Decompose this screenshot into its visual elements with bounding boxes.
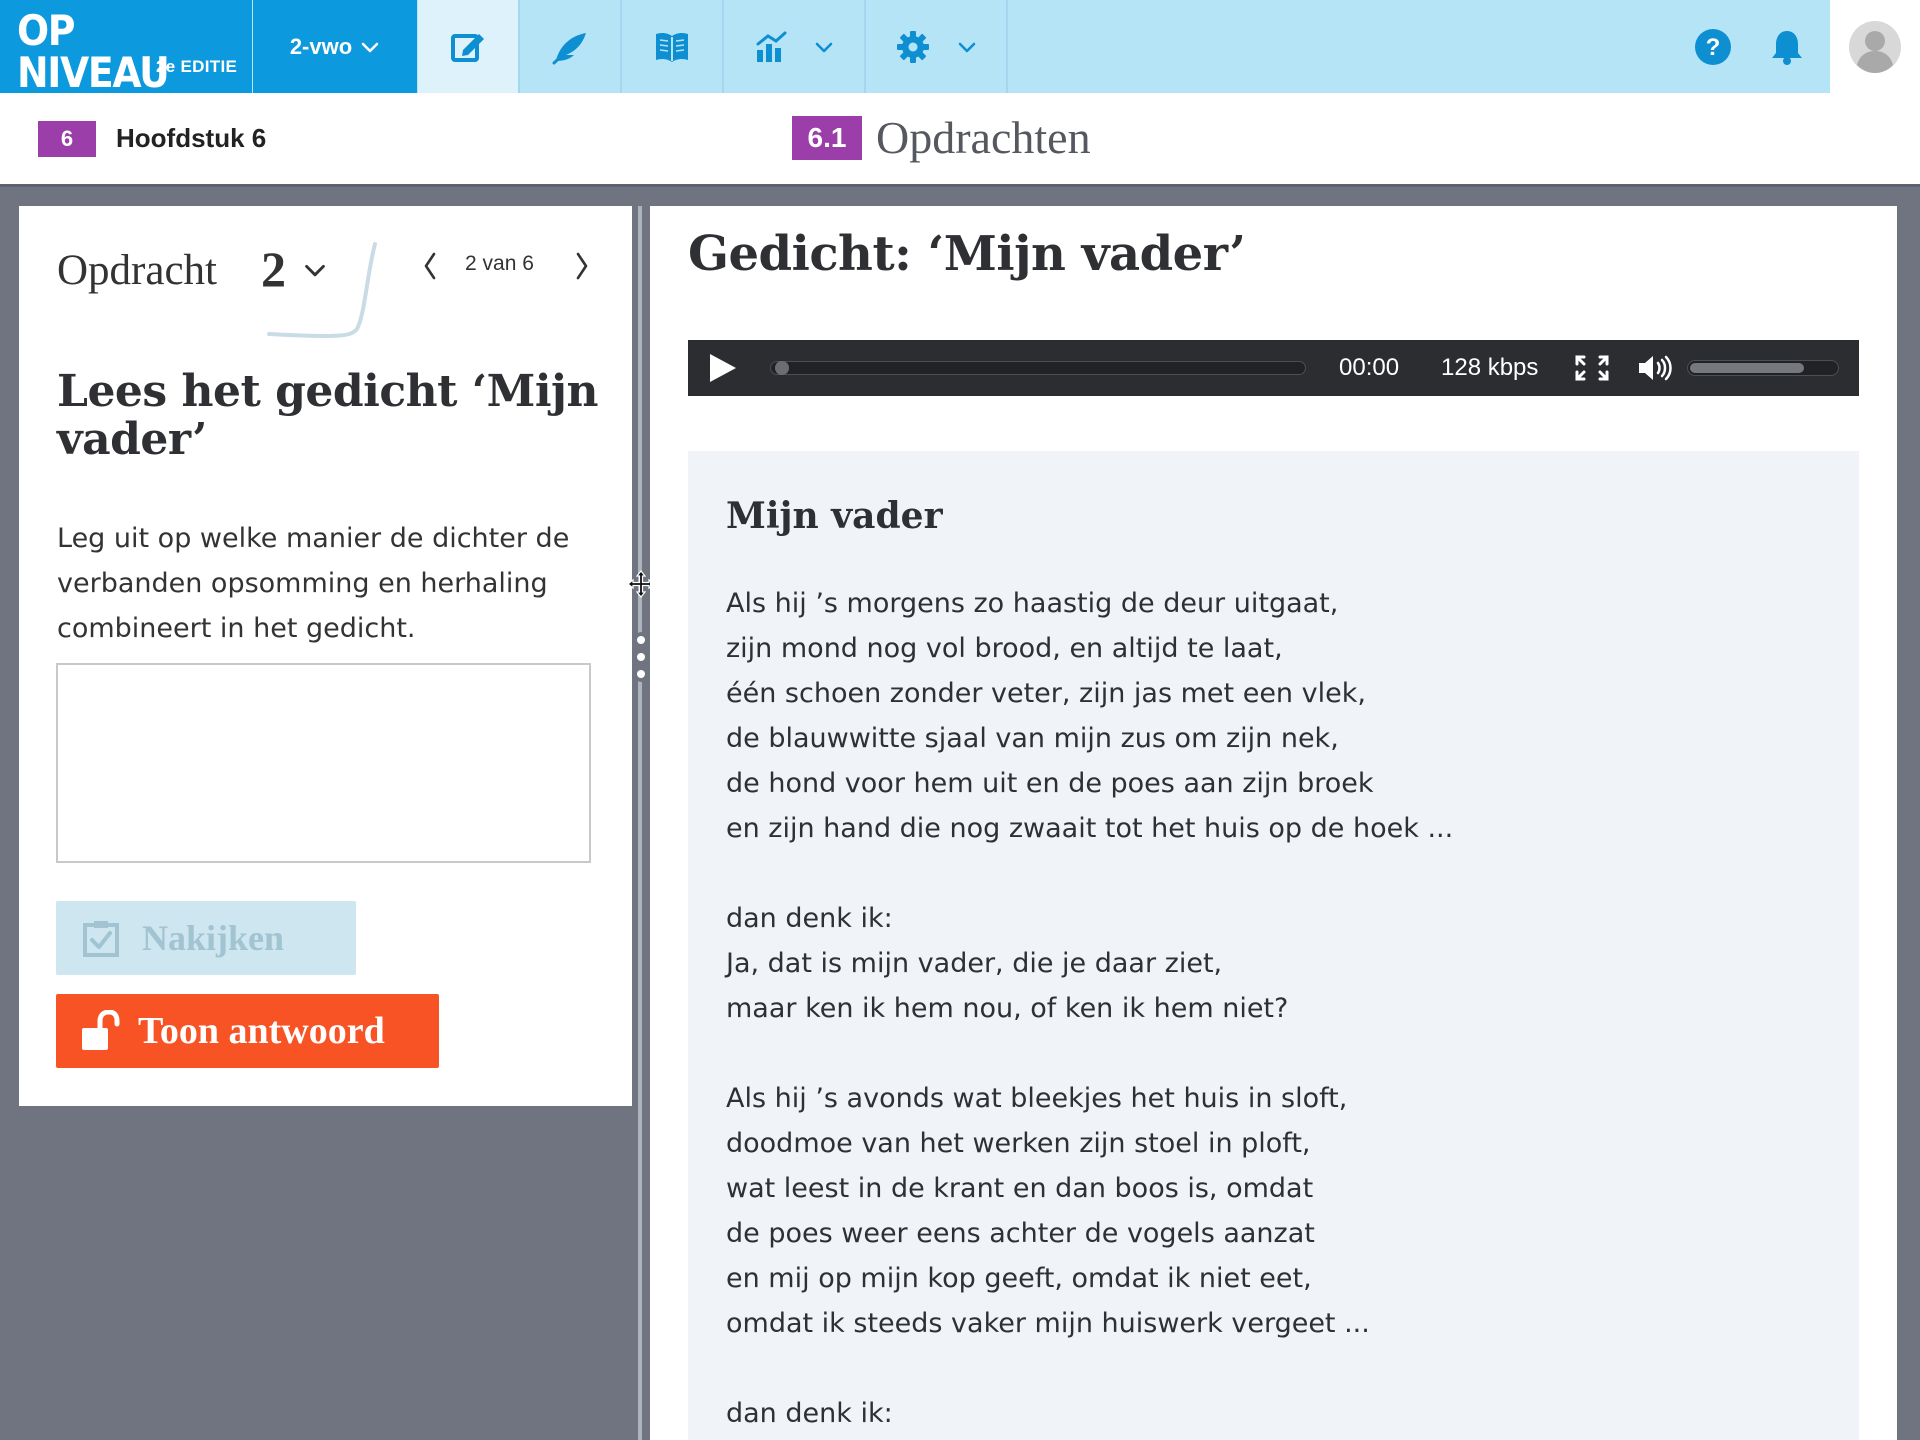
poem-text: Als hij ’s morgens zo haastig de deur ui… <box>726 581 1826 1440</box>
poem-line: maar ken ik hem nou, of ken ik hem niet? <box>726 993 1289 1024</box>
poem-line: Als hij ’s morgens zo haastig de deur ui… <box>726 588 1339 619</box>
poem-stanza: Als hij ’s avonds wat bleekjes het huis … <box>726 1076 1826 1346</box>
help-icon[interactable]: ? <box>1694 28 1732 66</box>
poem-card: Mijn vader Als hij ’s morgens zo haastig… <box>688 451 1859 1440</box>
chapter-title[interactable]: Hoofdstuk 6 <box>116 123 266 154</box>
poem-line: en mij op mijn kop geeft, omdat ik niet … <box>726 1263 1312 1294</box>
content-panel: Gedicht: ‘Mijn vader’ 00:00 128 kbps Mij… <box>650 206 1897 1440</box>
audio-player: 00:00 128 kbps <box>688 340 1859 396</box>
brand-edition: 2e EDITIE <box>156 57 238 76</box>
brand-name: OP NIVEAU <box>17 6 170 97</box>
exercise-panel: Opdracht 2 2 van 6 Lees het gedicht ‘Mij… <box>19 206 632 1106</box>
chevron-down-icon <box>361 42 379 52</box>
poem-line: dan denk ik: <box>726 903 893 934</box>
user-menu-button[interactable] <box>1830 0 1920 93</box>
poem-line: zijn mond nog vol brood, en altijd te la… <box>726 633 1283 664</box>
chapter-number-badge: 6 <box>38 121 96 157</box>
panel-divider[interactable] <box>638 206 642 1440</box>
check-answer-label: Nakijken <box>142 918 285 958</box>
exercise-title: Lees het gedicht ‘Mijn vader’ <box>57 366 598 465</box>
nav-results-menu[interactable] <box>724 0 866 93</box>
unlock-icon <box>82 1010 120 1050</box>
exercise-question: Leg uit op welke manier de dichter de ve… <box>57 523 570 644</box>
drag-handle-icon[interactable] <box>634 632 648 682</box>
play-icon[interactable] <box>706 352 738 384</box>
edit-icon <box>451 33 484 62</box>
poem-line: en zijn hand die nog zwaait tot het huis… <box>726 813 1454 844</box>
section-number-badge: 6.1 <box>792 116 862 160</box>
nav-book-button[interactable] <box>622 0 724 93</box>
audio-time: 00:00 <box>1339 354 1400 381</box>
poem-stanza: dan denk ik: Ja, dat is mijn vader, die … <box>726 896 1826 1031</box>
svg-text:?: ? <box>1706 34 1721 61</box>
nav-settings-menu[interactable] <box>866 0 1008 93</box>
show-answer-button[interactable]: Toon antwoord <box>56 994 439 1068</box>
poem-line: wat leest in de krant en dan boos is, om… <box>726 1173 1314 1204</box>
poem-line: omdat ik steeds vaker mijn huiswerk verg… <box>726 1308 1370 1339</box>
check-answer-button[interactable]: Nakijken <box>56 901 356 975</box>
level-selector-label: 2-vwo <box>289 33 353 59</box>
content-title: Gedicht: ‘Mijn vader’ <box>688 226 1246 282</box>
book-icon <box>656 32 688 62</box>
next-exercise-button[interactable] <box>567 246 597 286</box>
checklist-icon <box>83 921 119 957</box>
exercise-number-selector[interactable]: 2 <box>261 240 286 298</box>
top-navigation-bar: OP NIVEAU 2e EDITIE 2-vwo ? <box>0 0 1920 97</box>
poem-line: de blauwwitte sjaal van mijn zus om zijn… <box>726 723 1339 754</box>
poem-line: dan denk ik: <box>726 1398 893 1429</box>
poem-line: de poes weer eens achter de vogels aanza… <box>726 1218 1315 1249</box>
answer-input[interactable] <box>56 663 591 863</box>
audio-progress-handle[interactable] <box>775 361 789 375</box>
audio-progress-bar[interactable] <box>770 361 1306 375</box>
gear-icon <box>897 30 929 63</box>
chapter-header: 6 Hoofdstuk 6 6.1 Opdrachten <box>0 93 1920 187</box>
poem-line: Ja, dat is mijn vader, die je daar ziet, <box>726 948 1223 979</box>
poem-line: één schoen zonder veter, zijn jas met ee… <box>726 678 1366 709</box>
nav-edit-button[interactable] <box>418 0 520 93</box>
brand-logo[interactable]: OP NIVEAU 2e EDITIE <box>0 0 252 97</box>
volume-icon[interactable] <box>1637 353 1675 383</box>
show-answer-label: Toon antwoord <box>138 1010 385 1052</box>
bell-icon[interactable] <box>1768 28 1806 66</box>
exercise-pager: 2 van 6 <box>465 252 534 275</box>
nav-write-button[interactable] <box>520 0 622 93</box>
chevron-right-icon <box>576 252 588 280</box>
section-title: Opdrachten <box>876 112 1091 163</box>
feather-icon <box>552 32 586 64</box>
poem-stanza: Als hij ’s morgens zo haastig de deur ui… <box>726 581 1826 851</box>
poem-line: de hond voor hem uit en de poes aan zijn… <box>726 768 1374 799</box>
chart-icon <box>756 31 787 62</box>
volume-level <box>1690 363 1804 373</box>
previous-exercise-button[interactable] <box>415 246 445 286</box>
poem-line: doodmoe van het werken zijn stoel in plo… <box>726 1128 1311 1159</box>
fullscreen-icon[interactable] <box>1574 354 1610 382</box>
chevron-down-icon[interactable] <box>303 258 327 282</box>
exercise-label: Opdracht <box>57 247 217 294</box>
user-avatar-icon <box>1849 20 1901 73</box>
chevron-left-icon <box>424 252 436 280</box>
chevron-down-icon <box>958 42 976 52</box>
poem-stanza: dan denk ik: <box>726 1391 1826 1436</box>
poem-title: Mijn vader <box>726 495 943 537</box>
poem-line: Als hij ’s avonds wat bleekjes het huis … <box>726 1083 1348 1114</box>
level-selector[interactable]: 2-vwo <box>253 0 417 93</box>
audio-bitrate: 128 kbps <box>1441 354 1539 381</box>
chevron-down-icon <box>815 42 833 52</box>
